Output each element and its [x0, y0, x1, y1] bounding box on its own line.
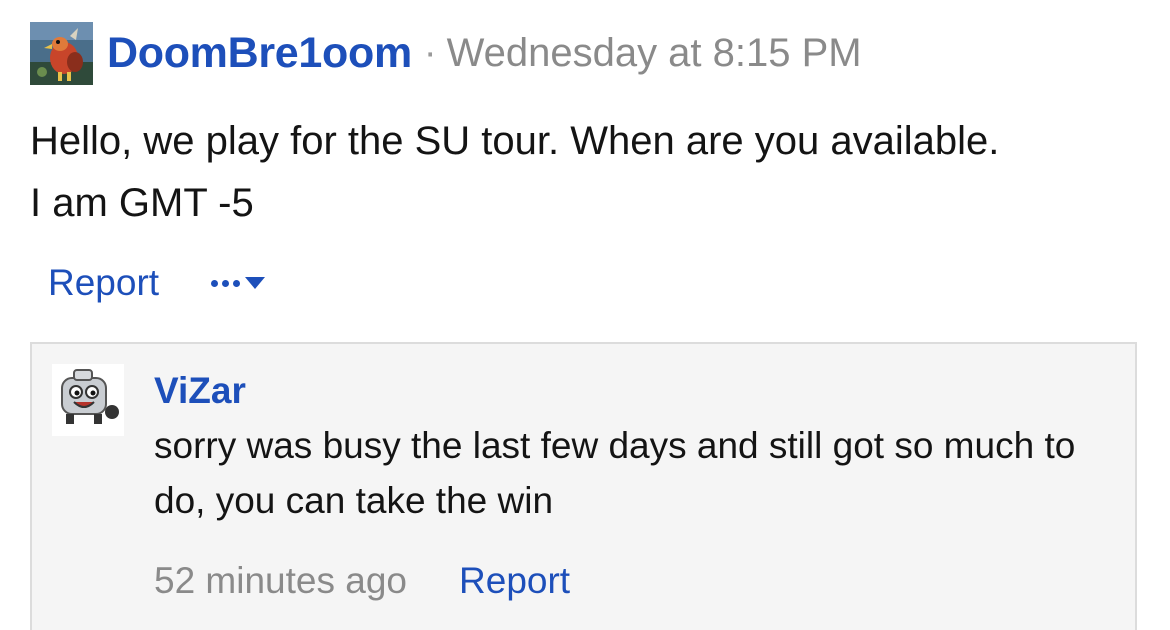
reply-report-link[interactable]: Report: [459, 560, 570, 602]
reply-comment: ViZar sorry was busy the last few days a…: [30, 342, 1137, 630]
more-actions-menu[interactable]: [211, 277, 266, 289]
chevron-down-icon: [245, 277, 266, 289]
profile-post: DoomBre1oom · Wednesday at 8:15 PM Hello…: [0, 0, 1170, 630]
reply-author-username-link[interactable]: ViZar: [154, 370, 246, 412]
reply-body: sorry was busy the last few days and sti…: [154, 425, 1076, 521]
post-body: Hello, we play for the SU tour. When are…: [30, 110, 1140, 234]
report-link[interactable]: Report: [48, 262, 159, 304]
post-header: DoomBre1oom · Wednesday at 8:15 PM: [30, 22, 862, 85]
post-date[interactable]: Wednesday at 8:15 PM: [447, 31, 862, 76]
post-body-line: Hello, we play for the SU tour. When are…: [30, 119, 1000, 163]
reply-footer: 52 minutes ago Report: [154, 560, 570, 602]
reply-author-avatar[interactable]: [52, 364, 124, 436]
post-body-line: I am GMT -5: [30, 181, 254, 225]
post-actions: Report: [48, 262, 266, 304]
author-username-link[interactable]: DoomBre1oom: [107, 29, 412, 78]
reply-timestamp[interactable]: 52 minutes ago: [154, 560, 407, 602]
meta-separator: ·: [423, 32, 437, 74]
more-dots-icon: [211, 279, 241, 287]
author-avatar[interactable]: [30, 22, 93, 85]
